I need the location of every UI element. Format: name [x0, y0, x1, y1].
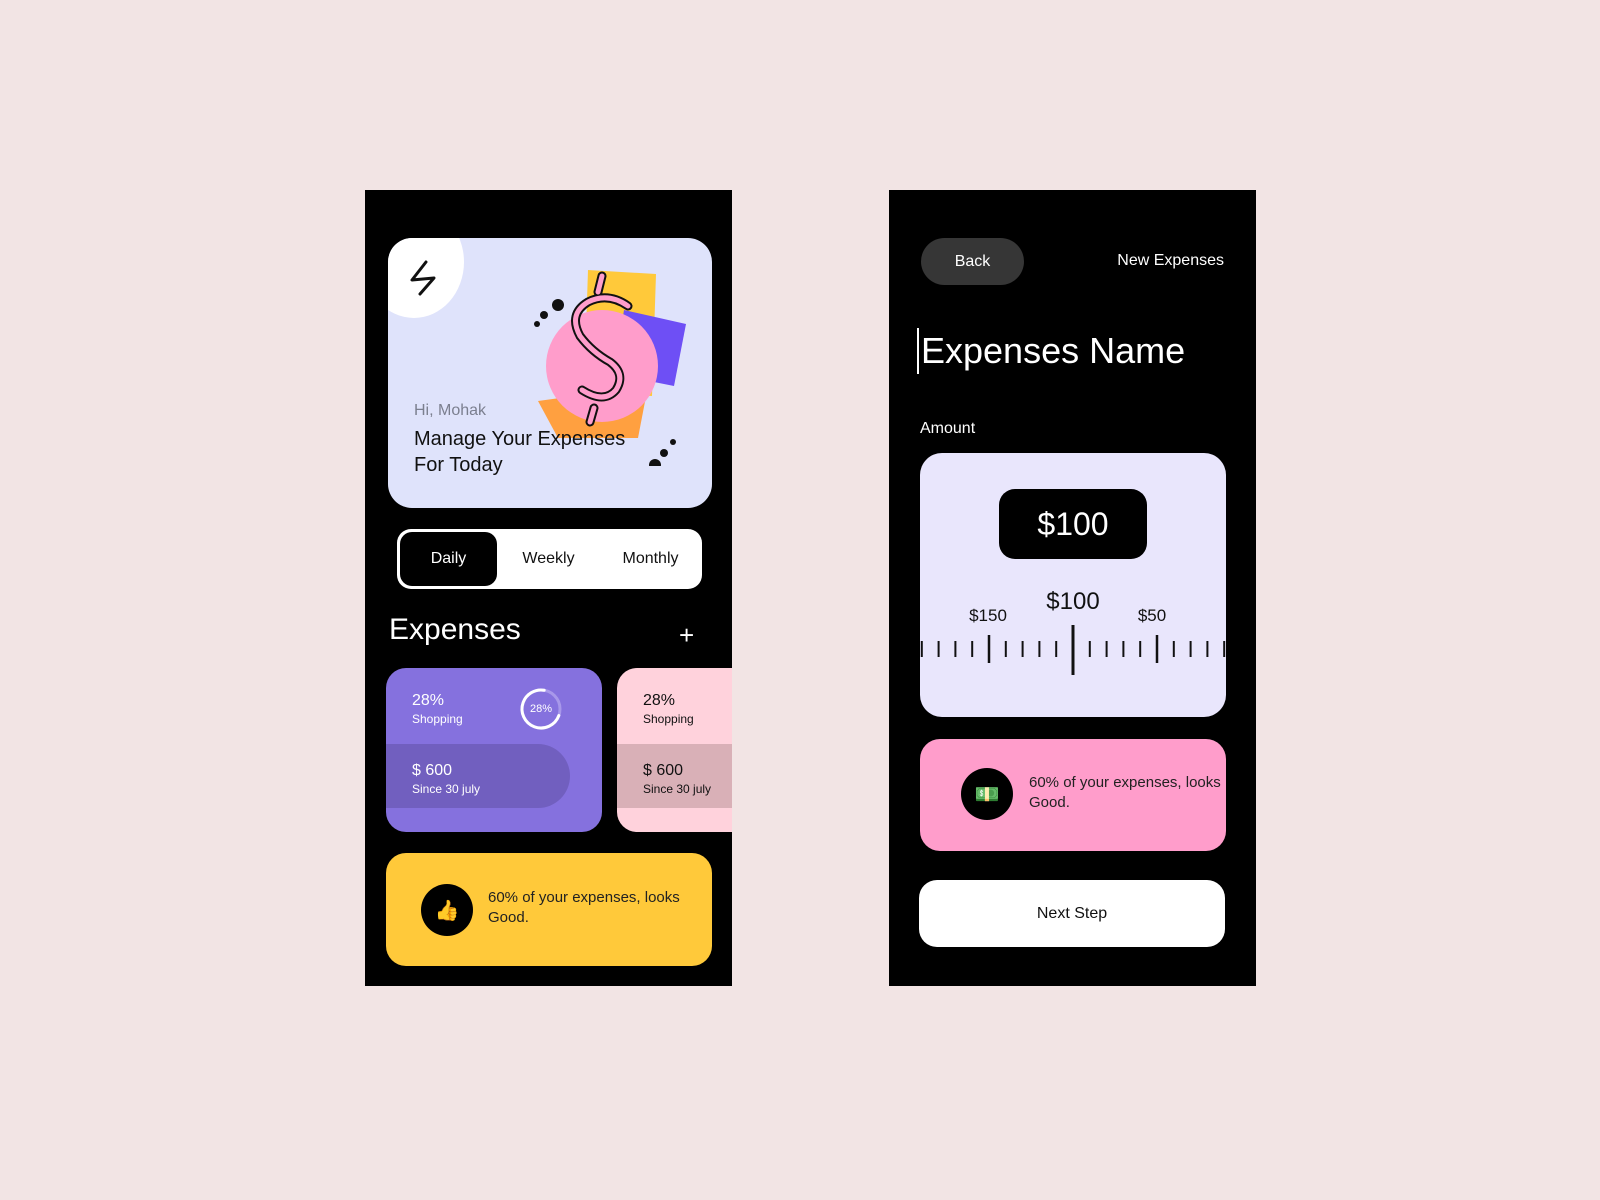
hero-title: Manage Your Expenses For Today [414, 428, 626, 476]
tab-monthly[interactable]: Monthly [602, 533, 699, 585]
home-screen: Hi, Mohak Manage Your Expenses For Today… [365, 190, 732, 986]
expense-card[interactable]: 28% Shopping $ 600 Since 30 july [617, 668, 732, 832]
lightning-bolt-icon [410, 260, 436, 296]
expense-percent: 28% [643, 692, 676, 709]
money-bill-icon: 💵 [961, 768, 1013, 820]
tip-card: 💵 60% of your expenses, looks Good. [920, 739, 1226, 851]
ruler-left-label: $150 [969, 606, 1007, 625]
expense-amount: $ 600 [412, 762, 453, 779]
tab-daily[interactable]: Daily [400, 532, 497, 586]
expense-category: Shopping [412, 712, 463, 726]
decor-dot [670, 439, 676, 445]
expense-amount: $ 600 [643, 762, 684, 779]
next-step-button[interactable]: Next Step [919, 880, 1225, 947]
screen-title: New Expenses [1117, 252, 1224, 269]
period-tabs: Daily Weekly Monthly [397, 529, 702, 589]
tip-card: 👍 60% of your expenses, looks Good. [386, 853, 712, 966]
thumbs-up-icon: 👍 [421, 884, 473, 936]
amount-ruler-slider[interactable]: $100 $150 $50 [920, 583, 1226, 693]
decor-dot [534, 321, 540, 327]
tip-text: 60% of your expenses, looks Good. [1029, 774, 1221, 811]
expense-card[interactable]: 28% Shopping 28% $ 600 Since 30 july [386, 668, 602, 832]
amount-label: Amount [920, 420, 976, 437]
ring-label: 28% [529, 703, 553, 715]
greeting: Hi, Mohak [414, 402, 487, 419]
new-expense-screen: Back New Expenses Expenses Name Amount $… [889, 190, 1256, 986]
tip-text: 60% of your expenses, looks Good. [488, 889, 680, 926]
amount-card: $100 $100 $150 $50 [920, 453, 1226, 717]
hero-card: Hi, Mohak Manage Your Expenses For Today [388, 238, 712, 508]
expenses-heading: Expenses [389, 613, 521, 646]
expense-since: Since 30 july [412, 782, 481, 796]
expense-percent: 28% [412, 692, 445, 709]
expense-since: Since 30 july [643, 782, 712, 796]
plus-icon[interactable]: + [679, 620, 694, 651]
expense-name-input[interactable]: Expenses Name [917, 326, 1227, 374]
pink-circle [546, 310, 658, 422]
decor-dot [660, 449, 668, 457]
back-button[interactable]: Back [921, 238, 1024, 285]
tab-weekly[interactable]: Weekly [500, 533, 597, 585]
decor-dot [649, 459, 661, 466]
ruler-selected-label: $100 [1046, 588, 1099, 615]
decor-dot [540, 311, 548, 319]
expense-category: Shopping [643, 712, 694, 726]
text-caret [917, 328, 919, 374]
ruler-right-label: $50 [1138, 606, 1166, 625]
decor-dot [552, 299, 564, 311]
amount-value: $100 [999, 489, 1147, 559]
ruler-ticks [920, 625, 1226, 675]
expense-name-placeholder: Expenses Name [921, 330, 1186, 371]
